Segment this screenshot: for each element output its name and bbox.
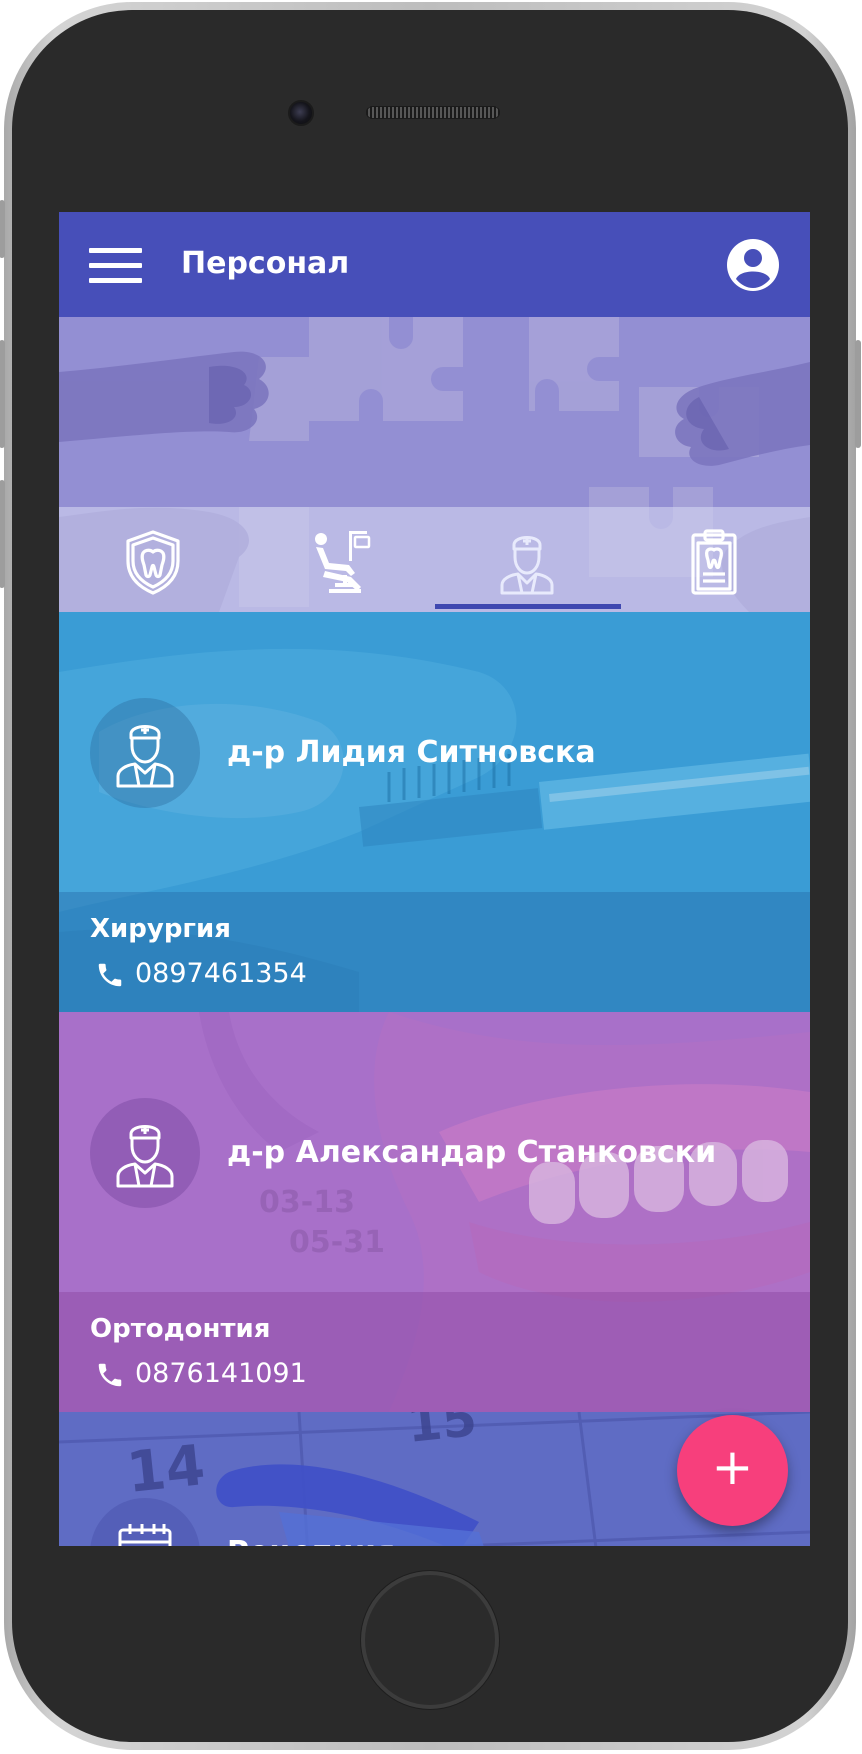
staff-phone[interactable]: 0897461354 bbox=[135, 956, 307, 992]
staff-avatar bbox=[90, 698, 200, 808]
svg-text:05-31: 05-31 bbox=[289, 1225, 385, 1260]
staff-department: Хирургия bbox=[90, 914, 231, 944]
staff-card[interactable]: д-р Лидия Ситновска Хирургия 0897461354 bbox=[59, 612, 810, 1012]
staff-department: Ортодонтия bbox=[90, 1314, 271, 1344]
tab-insurance[interactable] bbox=[59, 507, 246, 612]
svg-text:03-13: 03-13 bbox=[259, 1185, 355, 1220]
app-bar: Персонал bbox=[59, 212, 810, 317]
mute-switch bbox=[0, 200, 5, 258]
tab-staff[interactable] bbox=[433, 507, 620, 612]
doctor-icon bbox=[116, 725, 174, 788]
active-tab-indicator bbox=[435, 604, 621, 609]
earpiece-speaker bbox=[366, 106, 500, 119]
staff-avatar bbox=[90, 1098, 200, 1208]
volume-up-button bbox=[0, 340, 5, 448]
tab-services[interactable] bbox=[246, 507, 433, 612]
dental-clipboard-icon bbox=[691, 529, 737, 595]
svg-text:14: 14 bbox=[124, 1433, 208, 1506]
page-title: Персонал bbox=[181, 246, 350, 281]
category-tabs bbox=[59, 507, 810, 612]
staff-card[interactable]: 03-13 05-31 д-р Александар Станковски Ор… bbox=[59, 1012, 810, 1412]
tooth-shield-icon bbox=[126, 530, 180, 595]
menu-icon[interactable] bbox=[89, 248, 142, 284]
home-button[interactable] bbox=[365, 1575, 495, 1705]
staff-name: Рецепция bbox=[227, 1532, 395, 1546]
front-camera bbox=[288, 100, 314, 126]
volume-down-button bbox=[0, 480, 5, 588]
staff-name: д-р Александар Станковски bbox=[227, 1135, 717, 1170]
doctor-icon bbox=[116, 1125, 174, 1188]
dental-chair-icon bbox=[315, 531, 371, 593]
staff-name: д-р Лидия Ситновска bbox=[227, 735, 596, 770]
staff-phone[interactable]: 0876141091 bbox=[135, 1356, 307, 1392]
add-staff-button[interactable]: + bbox=[677, 1415, 788, 1526]
app-screen: Персонал д-р Лидия Ситновска Хирургия 08… bbox=[59, 212, 810, 1546]
power-button bbox=[855, 340, 861, 448]
svg-text:15: 15 bbox=[404, 1412, 479, 1454]
tab-records[interactable] bbox=[620, 507, 807, 612]
phone-icon bbox=[98, 1363, 122, 1387]
header-banner bbox=[59, 317, 810, 612]
phone-icon bbox=[98, 963, 122, 987]
phone-frame: Персонал д-р Лидия Ситновска Хирургия 08… bbox=[0, 2, 861, 1750]
calendar-icon bbox=[118, 1524, 172, 1546]
staff-details: Хирургия 0897461354 bbox=[59, 892, 810, 1012]
staff-details: Ортодонтия 0876141091 bbox=[59, 1292, 810, 1412]
doctor-icon bbox=[500, 536, 554, 595]
account-icon[interactable] bbox=[726, 238, 780, 292]
